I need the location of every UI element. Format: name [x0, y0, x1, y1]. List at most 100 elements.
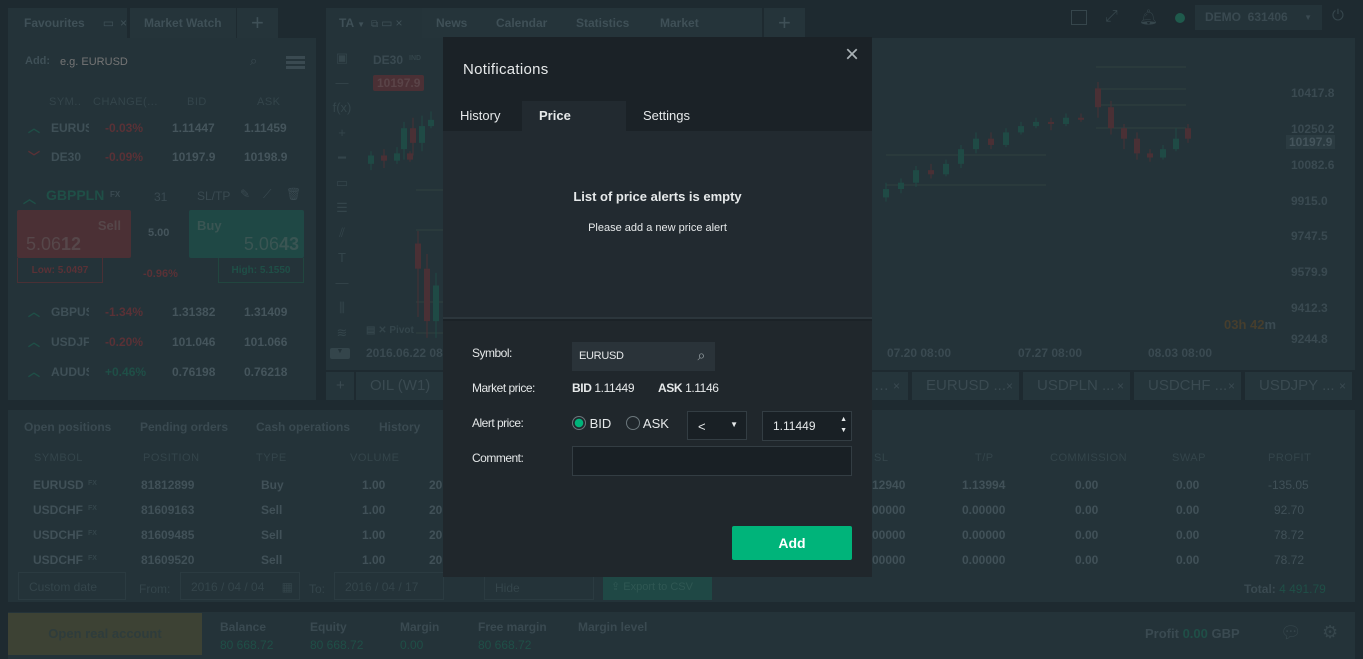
tab-history[interactable]: History [443, 101, 517, 131]
sell-button[interactable]: Sell 5.0612 [17, 210, 131, 258]
tab-open-positions[interactable]: Open positions [24, 420, 111, 434]
cell-swap: 0.00 [1176, 478, 1200, 492]
trash-icon[interactable]: 🗑︎ [286, 187, 301, 201]
tab-pending-orders[interactable]: Pending orders [140, 420, 228, 434]
close-icon[interactable]: × [845, 41, 859, 69]
close-icon[interactable]: × [893, 379, 900, 393]
column-header[interactable]: COMMISSION [1050, 452, 1127, 464]
collapse-toolbar-button[interactable]: ▼ [330, 348, 350, 359]
calendar-icon[interactable]: ▦ [282, 580, 293, 594]
column-header[interactable]: PROFIT [1268, 452, 1311, 464]
col-bid[interactable]: BID [187, 96, 207, 108]
add-tab-button[interactable]: + [764, 8, 805, 38]
close-icon[interactable]: × [1339, 372, 1346, 400]
dropdown-icon[interactable]: ▼ [357, 20, 365, 29]
tab-calendar[interactable]: Calendar [482, 8, 562, 38]
export-csv-button[interactable]: ⇪ Export to CSV [603, 574, 712, 600]
chat-icon[interactable]: 💬︎ [1280, 623, 1302, 643]
row-ask: 101.066 [244, 335, 288, 349]
candles-icon[interactable]: ⫼ [330, 295, 354, 320]
rectangle-icon[interactable]: ▭ [330, 170, 354, 195]
crosshair-icon[interactable]: + [330, 120, 354, 145]
column-header[interactable]: POSITION [143, 452, 200, 464]
column-header[interactable]: TYPE [256, 452, 287, 464]
tab-ta[interactable]: TA ▼ ⧉ ▭ × [326, 8, 422, 38]
column-header[interactable]: SL [874, 452, 888, 464]
tab-news[interactable]: News [422, 8, 482, 38]
column-header[interactable]: VOLUME [350, 452, 399, 464]
from-date-input[interactable]: 2016 / 04 / 04 ▦ [180, 572, 300, 600]
market-row[interactable]: ﹀ DE30 -0.09% 10197.9 10198.9 [8, 143, 316, 171]
add-chart-button[interactable]: + [326, 372, 354, 400]
chart-tab-usdpln[interactable]: USDPLN ... × [1023, 372, 1130, 400]
market-row[interactable]: ︿ AUDUS +0.46% 0.76198 0.76218 [8, 358, 316, 386]
channel-icon[interactable]: ⫽ [330, 220, 354, 245]
column-header[interactable]: T/P [975, 452, 994, 464]
bell-icon[interactable]: 🔔︎ [1139, 8, 1158, 26]
power-icon[interactable]: ⏻ [1332, 7, 1344, 24]
text-icon[interactable]: T [330, 245, 354, 270]
col-change[interactable]: CHANGE(... [93, 96, 158, 108]
buy-button[interactable]: Buy 5.0643 [189, 210, 304, 258]
popout-icon[interactable]: ⧉ [371, 19, 378, 30]
line-icon[interactable]: ━ [330, 145, 354, 170]
operator-select[interactable]: < ▼ [687, 411, 747, 440]
tab-favourites[interactable]: Favourites ▭ × [8, 8, 127, 38]
column-header[interactable]: SWAP [1172, 452, 1206, 464]
stepper-arrows-icon[interactable]: ▲ ▼ [840, 414, 847, 436]
tab-settings[interactable]: Settings [626, 101, 707, 131]
chart-icon[interactable]: ⟋ [263, 187, 271, 202]
comment-input[interactable] [572, 446, 852, 476]
market-row[interactable]: ︿ USDJF -0.20% 101.046 101.066 [8, 328, 316, 356]
chart-tab-usdjpy[interactable]: USDJPY ... × [1245, 372, 1352, 400]
account-selector[interactable]: DEMO 631406 ▼ [1195, 5, 1322, 30]
maximize-icon[interactable]: ▭ [103, 16, 114, 30]
row-bid: 101.046 [172, 335, 216, 349]
col-ask[interactable]: ASK [257, 96, 281, 108]
cell-volume: 1.00 [362, 528, 386, 542]
tab-price-alerts[interactable]: Price alerts [522, 101, 626, 153]
symbol-search-input[interactable] [60, 52, 270, 72]
function-icon[interactable]: f(x) [330, 95, 354, 120]
market-row[interactable]: ︿ EURUS -0.03% 1.11447 1.11459 [8, 114, 316, 142]
tab-market-analysis[interactable]: Market analysis [646, 8, 762, 60]
radio-ask[interactable]: ASK [626, 416, 669, 431]
close-icon[interactable]: × [396, 16, 403, 30]
search-icon[interactable]: ⌕ [697, 347, 705, 364]
tab-history[interactable]: History [379, 420, 420, 434]
chevron-up-icon[interactable]: ︿ [23, 188, 36, 207]
edit-icon[interactable]: ✎ [240, 187, 250, 201]
hide-select[interactable]: Hide [484, 574, 594, 600]
chart-tab-usdchf[interactable]: USDCHF ... × [1134, 372, 1241, 400]
fibonacci-icon[interactable]: ☰ [330, 195, 354, 220]
radio-bid[interactable]: BID [572, 416, 611, 431]
alert-price-stepper[interactable]: 1.11449 ▲ ▼ [762, 411, 852, 441]
close-icon[interactable]: × [1006, 372, 1013, 400]
fullscreen-icon[interactable]: ⤢ [1105, 8, 1118, 26]
close-icon[interactable]: × [1228, 372, 1235, 400]
chart-tab-eurusd[interactable]: EURUSD ... × [912, 372, 1019, 400]
settings-icon[interactable]: ⚙ [1322, 622, 1338, 643]
open-real-account-button[interactable]: Open real account [8, 613, 202, 655]
col-symbol[interactable]: SYM.. [49, 96, 81, 108]
maximize-icon[interactable]: ▭ [381, 16, 392, 30]
market-row[interactable]: ︿ GBPUS -1.34% 1.31382 1.31409 [8, 298, 316, 326]
chart-type-icon[interactable]: ▣ [330, 45, 354, 70]
grid-view-icon[interactable] [286, 56, 305, 70]
close-icon[interactable]: × [1117, 372, 1124, 400]
chart-tab-hidden[interactable]: … × [872, 372, 908, 400]
add-alert-button[interactable]: Add [732, 526, 852, 560]
layers-icon[interactable]: ≋ [330, 320, 354, 345]
tab-cash-operations[interactable]: Cash operations [256, 420, 350, 434]
add-tab-button[interactable]: + [237, 8, 278, 38]
symbol-input[interactable]: EURUSD ⌕ [572, 342, 715, 371]
date-mode-select[interactable]: Custom date [18, 572, 126, 600]
layout-icon[interactable] [1071, 10, 1087, 25]
tab-market-watch[interactable]: Market Watch [130, 8, 236, 38]
to-date-input[interactable]: 2016 / 04 / 17 [334, 572, 444, 600]
search-icon[interactable]: ⌕ [250, 53, 257, 69]
close-icon[interactable]: × [120, 16, 127, 30]
column-header[interactable]: SYMBOL [34, 452, 83, 464]
tab-statistics[interactable]: Statistics [562, 8, 646, 38]
volume-input[interactable]: 5.00 [148, 227, 169, 239]
